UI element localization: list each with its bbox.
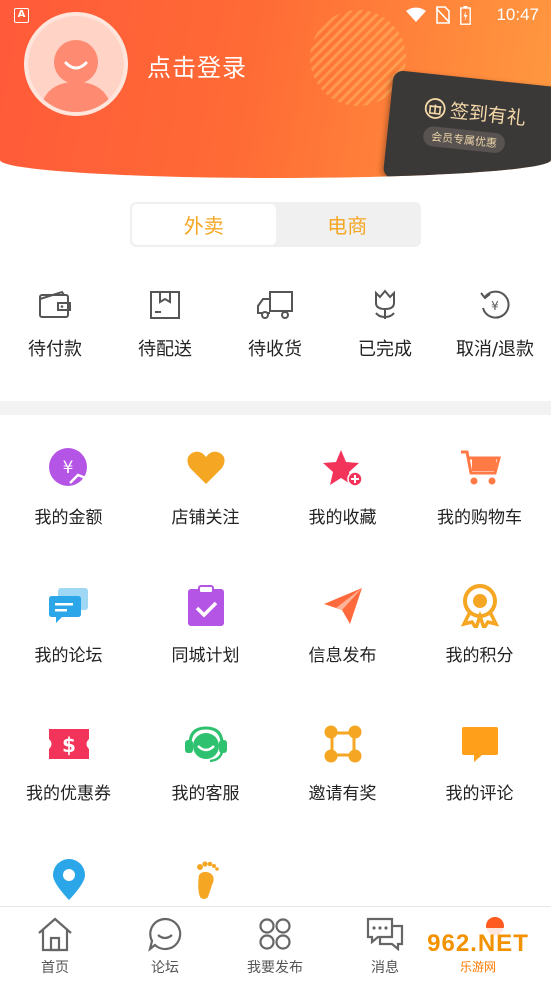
nav-label: 论坛 [151, 960, 179, 976]
service-label: 我的论坛 [34, 646, 103, 666]
avatar-placeholder-icon [40, 40, 112, 112]
service-coupons[interactable]: $ 我的优惠券 [0, 721, 137, 804]
order-pending-receipt[interactable]: 待收货 [220, 285, 330, 365]
service-cart[interactable]: 我的购物车 [411, 445, 548, 528]
tab-takeout[interactable]: 外卖 [132, 204, 276, 245]
star-plus-icon [322, 450, 363, 487]
tab-ecommerce[interactable]: 电商 [276, 204, 420, 245]
section-divider [0, 401, 551, 415]
service-my-forum[interactable]: 我的论坛 [0, 583, 137, 666]
signin-reward-card[interactable]: 签到有礼 会员专属优惠 [382, 70, 551, 178]
nodes-icon [324, 725, 361, 763]
tulip-icon [375, 289, 395, 319]
service-label: 我的积分 [445, 646, 514, 666]
order-label: 待付款 [28, 339, 82, 360]
wallet-icon [39, 290, 71, 318]
service-label: 我的购物车 [437, 508, 522, 528]
location-pin-icon [52, 859, 85, 900]
order-refund[interactable]: ¥ 取消/退款 [440, 285, 550, 365]
heart-icon [186, 451, 225, 484]
chat-bubbles-icon [48, 588, 88, 623]
order-label: 待收货 [248, 339, 302, 360]
home-icon [38, 917, 72, 952]
service-my-balance[interactable]: ¥ 我的金额 [0, 445, 137, 528]
message-icon [366, 917, 404, 951]
service-customer-service[interactable]: 我的客服 [137, 721, 274, 804]
package-icon [150, 291, 180, 319]
order-status-row: 待付款 待配送 待收货 已完成 ¥ 取消/退款 [0, 285, 551, 365]
order-type-tabs: 外卖 电商 [130, 202, 421, 247]
svg-text:¥: ¥ [62, 458, 73, 478]
order-label: 取消/退款 [455, 339, 535, 360]
service-label: 我的收藏 [308, 508, 377, 528]
nav-forum[interactable]: 论坛 [110, 907, 220, 981]
service-points[interactable]: 我的积分 [411, 583, 548, 666]
nav-label: 首页 [41, 960, 69, 976]
svg-text:¥: ¥ [491, 299, 499, 313]
comment-icon [461, 727, 498, 762]
service-label: 店铺关注 [171, 508, 240, 528]
service-label: 我的客服 [171, 784, 240, 804]
service-label: 信息发布 [308, 646, 377, 666]
yuan-coin-icon: ¥ [48, 448, 88, 486]
service-invite-reward[interactable]: 邀请有奖 [274, 721, 411, 804]
watermark-bottom: 乐游网 [459, 959, 496, 974]
app-badge: A [14, 8, 29, 23]
medal-icon [460, 584, 499, 628]
order-pending-payment[interactable]: 待付款 [0, 285, 110, 365]
service-my-reviews[interactable]: 我的评论 [411, 721, 548, 804]
clipboard-check-icon [187, 585, 224, 626]
profile-header: A 10:47 点击登录 签到有礼 会员专属优惠 [0, 0, 551, 178]
gift-icon [424, 97, 446, 119]
grid-icon [259, 918, 291, 950]
status-icons [406, 5, 471, 25]
nav-label: 我要发布 [247, 960, 303, 976]
wifi-icon [406, 7, 426, 22]
truck-icon [257, 291, 293, 319]
nav-publish[interactable]: 我要发布 [220, 907, 330, 981]
signin-subtitle: 会员专属优惠 [422, 125, 506, 154]
service-label: 我的金额 [34, 508, 103, 528]
watermark-logo: 962.NET 乐游网 [410, 928, 546, 976]
service-label: 我的评论 [445, 784, 514, 804]
service-footprints[interactable] [137, 857, 274, 903]
service-city-plan[interactable]: 同城计划 [137, 583, 274, 666]
service-store-follow[interactable]: 店铺关注 [137, 445, 274, 528]
signin-title-text: 签到有礼 [448, 100, 527, 130]
order-label: 已完成 [358, 339, 412, 360]
signin-title: 签到有礼 [423, 93, 527, 131]
avatar[interactable] [24, 12, 128, 116]
order-completed[interactable]: 已完成 [330, 285, 440, 365]
battery-icon [460, 5, 471, 25]
cart-icon [460, 450, 501, 485]
refund-icon: ¥ [480, 290, 510, 319]
service-label: 邀请有奖 [308, 784, 377, 804]
coupon-icon: $ [48, 729, 89, 759]
paper-plane-icon [323, 588, 362, 624]
smile-bubble-icon [148, 917, 182, 952]
no-sim-icon [436, 6, 450, 24]
status-time: 10:47 [496, 5, 539, 24]
nav-label: 消息 [371, 960, 399, 976]
nav-home[interactable]: 首页 [0, 907, 110, 981]
service-favorites[interactable]: 我的收藏 [274, 445, 411, 528]
order-pending-delivery[interactable]: 待配送 [110, 285, 220, 365]
watermark-top: 962.NET [427, 929, 529, 957]
order-label: 待配送 [138, 339, 192, 360]
footprint-icon [196, 861, 219, 899]
service-label: 我的优惠券 [26, 784, 111, 804]
login-link[interactable]: 点击登录 [147, 48, 247, 83]
service-label: 同城计划 [171, 646, 240, 666]
headset-icon [184, 726, 227, 763]
svg-text:$: $ [62, 733, 76, 757]
service-post-info[interactable]: 信息发布 [274, 583, 411, 666]
service-location[interactable] [0, 857, 137, 903]
